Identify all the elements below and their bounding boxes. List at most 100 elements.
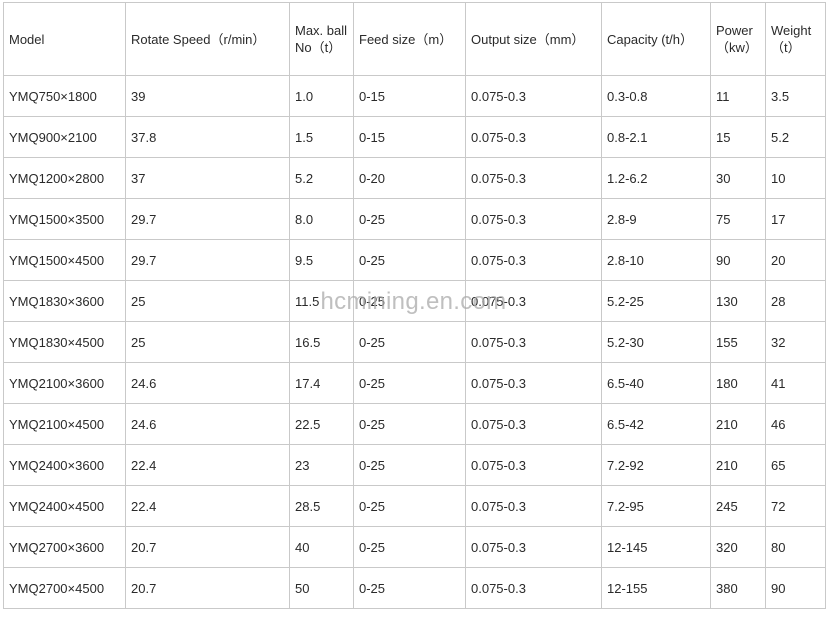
cell-output-size: 0.075-0.3 xyxy=(465,116,602,158)
cell-feed-size: 0-15 xyxy=(353,75,466,117)
cell-model: YMQ1500×3500 xyxy=(3,198,126,240)
cell-output-size: 0.075-0.3 xyxy=(465,403,602,445)
table-row: YMQ1830×3600 25 11.5 0-25 0.075-0.3 5.2-25 130… xyxy=(3,280,826,322)
cell-power: 130 xyxy=(710,280,766,322)
cell-capacity: 6.5-42 xyxy=(601,403,711,445)
cell-rotate-speed: 20.7 xyxy=(125,567,290,609)
cell-weight: 20 xyxy=(765,239,826,281)
cell-rotate-speed: 25 xyxy=(125,321,290,363)
cell-feed-size: 0-15 xyxy=(353,116,466,158)
cell-power: 75 xyxy=(710,198,766,240)
cell-weight: 46 xyxy=(765,403,826,445)
cell-weight: 72 xyxy=(765,485,826,527)
table-row: YMQ1830×4500 25 16.5 0-25 0.075-0.3 5.2-30 155… xyxy=(3,321,826,363)
header-power: Power（kw） xyxy=(710,2,766,76)
cell-capacity: 0.3-0.8 xyxy=(601,75,711,117)
cell-weight: 3.5 xyxy=(765,75,826,117)
cell-max-ball: 8.0 xyxy=(289,198,354,240)
cell-feed-size: 0-25 xyxy=(353,321,466,363)
cell-model: YMQ1500×4500 xyxy=(3,239,126,281)
cell-model: YMQ900×2100 xyxy=(3,116,126,158)
table-row: YMQ2100×3600 24.6 17.4 0-25 0.075-0.3 6.5-40 1… xyxy=(3,362,826,404)
cell-model: YMQ1830×4500 xyxy=(3,321,126,363)
cell-capacity: 0.8-2.1 xyxy=(601,116,711,158)
cell-power: 155 xyxy=(710,321,766,363)
cell-power: 11 xyxy=(710,75,766,117)
cell-weight: 32 xyxy=(765,321,826,363)
table-row: YMQ2400×3600 22.4 23 0-25 0.075-0.3 7.2-92 210… xyxy=(3,444,826,486)
cell-model: YMQ2400×4500 xyxy=(3,485,126,527)
cell-model: YMQ2400×3600 xyxy=(3,444,126,486)
cell-output-size: 0.075-0.3 xyxy=(465,280,602,322)
cell-model: YMQ2100×4500 xyxy=(3,403,126,445)
cell-capacity: 6.5-40 xyxy=(601,362,711,404)
table-row: YMQ2100×4500 24.6 22.5 0-25 0.075-0.3 6.5-42 2… xyxy=(3,403,826,445)
cell-weight: 17 xyxy=(765,198,826,240)
cell-weight: 5.2 xyxy=(765,116,826,158)
cell-feed-size: 0-25 xyxy=(353,403,466,445)
cell-capacity: 2.8-9 xyxy=(601,198,711,240)
cell-weight: 65 xyxy=(765,444,826,486)
cell-max-ball: 17.4 xyxy=(289,362,354,404)
cell-model: YMQ2100×3600 xyxy=(3,362,126,404)
cell-max-ball: 9.5 xyxy=(289,239,354,281)
table-row: YMQ750×1800 39 1.0 0-15 0.075-0.3 0.3-0.8 11 3.… xyxy=(3,75,826,117)
header-model: Model xyxy=(3,2,126,76)
cell-capacity: 7.2-92 xyxy=(601,444,711,486)
cell-power: 380 xyxy=(710,567,766,609)
cell-capacity: 12-155 xyxy=(601,567,711,609)
cell-max-ball: 28.5 xyxy=(289,485,354,527)
cell-output-size: 0.075-0.3 xyxy=(465,526,602,568)
cell-feed-size: 0-25 xyxy=(353,198,466,240)
cell-power: 15 xyxy=(710,116,766,158)
header-max-ball: Max. ball No（t） xyxy=(289,2,354,76)
header-rotate-speed: Rotate Speed（r/min） xyxy=(125,2,290,76)
cell-feed-size: 0-25 xyxy=(353,567,466,609)
cell-model: YMQ1830×3600 xyxy=(3,280,126,322)
header-weight: Weight（t） xyxy=(765,2,826,76)
cell-output-size: 0.075-0.3 xyxy=(465,321,602,363)
cell-feed-size: 0-25 xyxy=(353,526,466,568)
cell-max-ball: 1.0 xyxy=(289,75,354,117)
cell-rotate-speed: 37.8 xyxy=(125,116,290,158)
cell-model: YMQ2700×4500 xyxy=(3,567,126,609)
cell-rotate-speed: 24.6 xyxy=(125,403,290,445)
cell-output-size: 0.075-0.3 xyxy=(465,198,602,240)
table-row: YMQ900×2100 37.8 1.5 0-15 0.075-0.3 0.8-2.1 15… xyxy=(3,116,826,158)
table-row: YMQ1500×4500 29.7 9.5 0-25 0.075-0.3 2.8-10 90… xyxy=(3,239,826,281)
cell-model: YMQ1200×2800 xyxy=(3,157,126,199)
cell-rotate-speed: 20.7 xyxy=(125,526,290,568)
cell-power: 320 xyxy=(710,526,766,568)
cell-rotate-speed: 37 xyxy=(125,157,290,199)
cell-capacity: 12-145 xyxy=(601,526,711,568)
header-row: Model Rotate Speed（r/min） Max. ball No（t… xyxy=(3,2,826,76)
cell-capacity: 5.2-30 xyxy=(601,321,711,363)
cell-capacity: 5.2-25 xyxy=(601,280,711,322)
cell-power: 210 xyxy=(710,444,766,486)
cell-output-size: 0.075-0.3 xyxy=(465,444,602,486)
cell-power: 180 xyxy=(710,362,766,404)
cell-feed-size: 0-25 xyxy=(353,444,466,486)
cell-output-size: 0.075-0.3 xyxy=(465,75,602,117)
cell-model: YMQ750×1800 xyxy=(3,75,126,117)
cell-max-ball: 22.5 xyxy=(289,403,354,445)
cell-output-size: 0.075-0.3 xyxy=(465,485,602,527)
cell-rotate-speed: 22.4 xyxy=(125,485,290,527)
cell-feed-size: 0-25 xyxy=(353,280,466,322)
cell-weight: 41 xyxy=(765,362,826,404)
cell-max-ball: 23 xyxy=(289,444,354,486)
cell-max-ball: 11.5 xyxy=(289,280,354,322)
cell-weight: 90 xyxy=(765,567,826,609)
cell-rotate-speed: 25 xyxy=(125,280,290,322)
cell-power: 210 xyxy=(710,403,766,445)
cell-feed-size: 0-25 xyxy=(353,239,466,281)
table-row: YMQ2700×4500 20.7 50 0-25 0.075-0.3 12-155 380… xyxy=(3,567,826,609)
cell-output-size: 0.075-0.3 xyxy=(465,362,602,404)
cell-feed-size: 0-25 xyxy=(353,362,466,404)
cell-max-ball: 5.2 xyxy=(289,157,354,199)
table-row: YMQ1200×2800 37 5.2 0-20 0.075-0.3 1.2-6.2 30 1… xyxy=(3,157,826,199)
header-feed-size: Feed size（m） xyxy=(353,2,466,76)
cell-max-ball: 16.5 xyxy=(289,321,354,363)
cell-power: 90 xyxy=(710,239,766,281)
cell-model: YMQ2700×3600 xyxy=(3,526,126,568)
